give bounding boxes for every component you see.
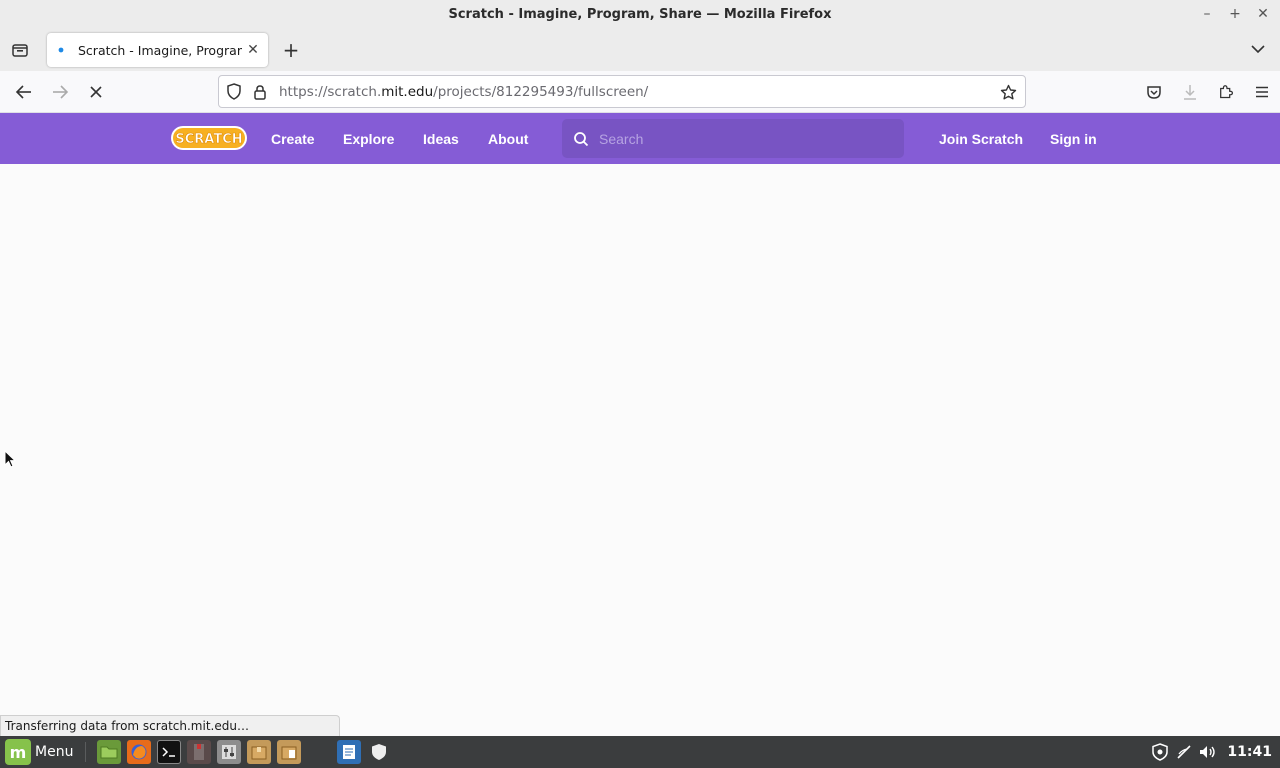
url-bar[interactable]: https://scratch.mit.edu/projects/8122954… [218, 75, 1026, 108]
stop-loading-button[interactable] [83, 80, 109, 104]
list-all-tabs-button[interactable] [1248, 39, 1268, 59]
update-shield-icon[interactable] [367, 740, 392, 764]
url-path: /projects/812295493/fullscreen/ [433, 83, 649, 100]
extensions-button[interactable] [1208, 71, 1244, 113]
volume-icon[interactable] [1199, 743, 1217, 761]
nav-create-link[interactable]: Create [271, 113, 315, 164]
pocket-button[interactable] [1136, 71, 1172, 113]
system-tray: 11:41 [1151, 736, 1272, 768]
scratch-navbar: SCRATCH Create Explore Ideas About Join … [0, 113, 1280, 164]
back-button[interactable] [11, 80, 37, 104]
tab-bar: Scratch - Imagine, Program, Share ✕ + [0, 29, 1280, 71]
url-prefix: https://scratch. [279, 83, 382, 100]
nav-about-link[interactable]: About [488, 113, 528, 164]
star-icon [1000, 84, 1016, 100]
linux-mint-logo-icon: m [5, 739, 31, 765]
download-icon [1184, 85, 1196, 100]
app-menu-button[interactable] [1244, 71, 1280, 113]
menu-label: Menu [35, 744, 74, 760]
firefox-view-icon [12, 44, 28, 57]
status-text: Transferring data from scratch.mit.edu… [0, 715, 340, 736]
network-disconnected-icon[interactable] [1175, 743, 1193, 761]
shield-tray-icon[interactable] [1151, 743, 1169, 761]
tab-title: Scratch - Imagine, Program, Share [78, 42, 242, 58]
forward-button[interactable] [47, 80, 73, 104]
svg-text:SCRATCH: SCRATCH [175, 132, 242, 147]
chevron-down-icon [1251, 45, 1265, 54]
bookmark-star-button[interactable] [997, 81, 1019, 103]
puzzle-piece-icon [1220, 85, 1234, 99]
archive-package-icon[interactable] [247, 740, 272, 764]
toolbar-right [1136, 71, 1280, 113]
files-folder-icon[interactable] [97, 740, 122, 764]
window-titlebar: Scratch - Imagine, Program, Share — Mozi… [0, 0, 1280, 29]
tab-scratch[interactable]: Scratch - Imagine, Program, Share ✕ [47, 33, 268, 67]
terminal-icon[interactable] [157, 740, 182, 764]
scratch-logo[interactable]: SCRATCH [170, 123, 248, 153]
text-editor-icon[interactable] [187, 740, 212, 764]
search-icon [573, 131, 589, 147]
pocket-icon [1147, 85, 1161, 99]
clock[interactable]: 11:41 [1227, 744, 1272, 760]
join-scratch-link[interactable]: Join Scratch [939, 113, 1023, 164]
nav-explore-link[interactable]: Explore [343, 113, 394, 164]
downloads-button[interactable] [1172, 71, 1208, 113]
firefox-icon[interactable] [127, 740, 152, 764]
maximize-button[interactable]: + [1224, 4, 1246, 24]
window-controls: – + ✕ [1196, 4, 1274, 24]
start-menu-button[interactable]: m Menu [0, 736, 79, 768]
stop-x-icon [90, 86, 102, 98]
mouse-pointer-icon [4, 449, 17, 472]
loading-favicon-icon [58, 47, 64, 53]
tab-close-button[interactable]: ✕ [242, 42, 264, 58]
close-window-button[interactable]: ✕ [1252, 4, 1274, 24]
hamburger-menu-icon [1256, 86, 1268, 98]
nav-ideas-link[interactable]: Ideas [423, 113, 459, 164]
blank-launcher-icon[interactable] [307, 740, 332, 764]
arrow-left-icon [15, 85, 31, 99]
minimize-button[interactable]: – [1196, 4, 1218, 24]
package-installer-icon[interactable] [277, 740, 302, 764]
new-tab-button[interactable]: + [279, 38, 303, 62]
page-content-area [0, 164, 1280, 736]
scratch-search-box[interactable] [562, 119, 904, 158]
firefox-view-button[interactable] [8, 39, 32, 61]
taskbar: m Menu 11:41 [0, 736, 1280, 768]
url-host: mit.edu [381, 83, 434, 100]
sign-in-link[interactable]: Sign in [1050, 113, 1097, 164]
document-viewer-icon[interactable] [337, 740, 362, 764]
lock-icon[interactable] [249, 81, 271, 103]
url-text: https://scratch.mit.edu/projects/8122954… [279, 84, 648, 100]
taskbar-separator [85, 742, 87, 762]
arrow-right-icon [53, 85, 69, 99]
scratch-search-input[interactable] [599, 130, 879, 147]
settings-sliders-icon[interactable] [217, 740, 242, 764]
navigation-toolbar: https://scratch.mit.edu/projects/8122954… [0, 71, 1280, 113]
tracking-protection-shield-icon[interactable] [223, 81, 245, 103]
window-title: Scratch - Imagine, Program, Share — Mozi… [448, 7, 832, 22]
